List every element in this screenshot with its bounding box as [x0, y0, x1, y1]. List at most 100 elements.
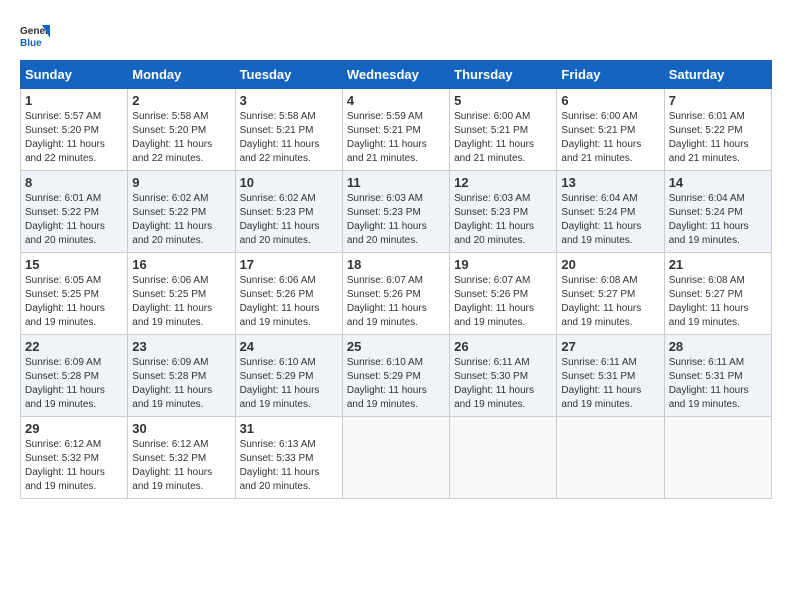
day-info: Sunrise: 6:10 AM Sunset: 5:29 PM Dayligh…	[240, 356, 338, 412]
calendar-cell	[450, 417, 557, 499]
day-info: Sunrise: 5:59 AM Sunset: 5:21 PM Dayligh…	[347, 110, 445, 166]
day-info: Sunrise: 6:06 AM Sunset: 5:25 PM Dayligh…	[132, 274, 230, 330]
day-info: Sunrise: 6:01 AM Sunset: 5:22 PM Dayligh…	[669, 110, 767, 166]
calendar-cell: 4 Sunrise: 5:59 AM Sunset: 5:21 PM Dayli…	[342, 89, 449, 171]
day-info: Sunrise: 6:10 AM Sunset: 5:29 PM Dayligh…	[347, 356, 445, 412]
calendar-cell: 3 Sunrise: 5:58 AM Sunset: 5:21 PM Dayli…	[235, 89, 342, 171]
calendar-header-saturday: Saturday	[664, 61, 771, 89]
calendar-week-row: 29 Sunrise: 6:12 AM Sunset: 5:32 PM Dayl…	[21, 417, 772, 499]
calendar-header-friday: Friday	[557, 61, 664, 89]
calendar-header-wednesday: Wednesday	[342, 61, 449, 89]
calendar-cell: 6 Sunrise: 6:00 AM Sunset: 5:21 PM Dayli…	[557, 89, 664, 171]
day-number: 1	[25, 93, 123, 108]
day-number: 3	[240, 93, 338, 108]
calendar-cell: 8 Sunrise: 6:01 AM Sunset: 5:22 PM Dayli…	[21, 171, 128, 253]
day-info: Sunrise: 6:03 AM Sunset: 5:23 PM Dayligh…	[454, 192, 552, 248]
day-info: Sunrise: 6:09 AM Sunset: 5:28 PM Dayligh…	[132, 356, 230, 412]
calendar-cell: 16 Sunrise: 6:06 AM Sunset: 5:25 PM Dayl…	[128, 253, 235, 335]
calendar-table: SundayMondayTuesdayWednesdayThursdayFrid…	[20, 60, 772, 499]
calendar-cell: 10 Sunrise: 6:02 AM Sunset: 5:23 PM Dayl…	[235, 171, 342, 253]
day-info: Sunrise: 6:06 AM Sunset: 5:26 PM Dayligh…	[240, 274, 338, 330]
calendar-cell: 29 Sunrise: 6:12 AM Sunset: 5:32 PM Dayl…	[21, 417, 128, 499]
day-info: Sunrise: 6:00 AM Sunset: 5:21 PM Dayligh…	[561, 110, 659, 166]
day-number: 25	[347, 339, 445, 354]
calendar-cell: 26 Sunrise: 6:11 AM Sunset: 5:30 PM Dayl…	[450, 335, 557, 417]
day-number: 5	[454, 93, 552, 108]
calendar-cell: 18 Sunrise: 6:07 AM Sunset: 5:26 PM Dayl…	[342, 253, 449, 335]
calendar-cell: 23 Sunrise: 6:09 AM Sunset: 5:28 PM Dayl…	[128, 335, 235, 417]
day-info: Sunrise: 6:05 AM Sunset: 5:25 PM Dayligh…	[25, 274, 123, 330]
day-number: 26	[454, 339, 552, 354]
day-number: 24	[240, 339, 338, 354]
calendar-cell: 1 Sunrise: 5:57 AM Sunset: 5:20 PM Dayli…	[21, 89, 128, 171]
day-info: Sunrise: 6:03 AM Sunset: 5:23 PM Dayligh…	[347, 192, 445, 248]
calendar-week-row: 15 Sunrise: 6:05 AM Sunset: 5:25 PM Dayl…	[21, 253, 772, 335]
day-number: 2	[132, 93, 230, 108]
day-number: 15	[25, 257, 123, 272]
calendar-cell	[664, 417, 771, 499]
day-number: 29	[25, 421, 123, 436]
calendar-week-row: 22 Sunrise: 6:09 AM Sunset: 5:28 PM Dayl…	[21, 335, 772, 417]
day-info: Sunrise: 6:09 AM Sunset: 5:28 PM Dayligh…	[25, 356, 123, 412]
day-info: Sunrise: 6:08 AM Sunset: 5:27 PM Dayligh…	[561, 274, 659, 330]
calendar-header-thursday: Thursday	[450, 61, 557, 89]
calendar-cell: 7 Sunrise: 6:01 AM Sunset: 5:22 PM Dayli…	[664, 89, 771, 171]
calendar-cell	[557, 417, 664, 499]
day-number: 21	[669, 257, 767, 272]
day-info: Sunrise: 6:04 AM Sunset: 5:24 PM Dayligh…	[561, 192, 659, 248]
day-number: 12	[454, 175, 552, 190]
calendar-week-row: 8 Sunrise: 6:01 AM Sunset: 5:22 PM Dayli…	[21, 171, 772, 253]
day-info: Sunrise: 6:12 AM Sunset: 5:32 PM Dayligh…	[25, 438, 123, 494]
calendar-cell: 31 Sunrise: 6:13 AM Sunset: 5:33 PM Dayl…	[235, 417, 342, 499]
logo: General Blue	[20, 20, 54, 50]
calendar-cell: 27 Sunrise: 6:11 AM Sunset: 5:31 PM Dayl…	[557, 335, 664, 417]
day-number: 16	[132, 257, 230, 272]
svg-text:Blue: Blue	[20, 38, 42, 49]
calendar-cell: 20 Sunrise: 6:08 AM Sunset: 5:27 PM Dayl…	[557, 253, 664, 335]
day-info: Sunrise: 6:07 AM Sunset: 5:26 PM Dayligh…	[347, 274, 445, 330]
day-info: Sunrise: 6:07 AM Sunset: 5:26 PM Dayligh…	[454, 274, 552, 330]
day-info: Sunrise: 6:13 AM Sunset: 5:33 PM Dayligh…	[240, 438, 338, 494]
calendar-week-row: 1 Sunrise: 5:57 AM Sunset: 5:20 PM Dayli…	[21, 89, 772, 171]
day-number: 6	[561, 93, 659, 108]
day-info: Sunrise: 6:00 AM Sunset: 5:21 PM Dayligh…	[454, 110, 552, 166]
day-number: 22	[25, 339, 123, 354]
calendar-header-monday: Monday	[128, 61, 235, 89]
calendar-cell: 21 Sunrise: 6:08 AM Sunset: 5:27 PM Dayl…	[664, 253, 771, 335]
day-number: 8	[25, 175, 123, 190]
day-info: Sunrise: 5:58 AM Sunset: 5:21 PM Dayligh…	[240, 110, 338, 166]
calendar-header-tuesday: Tuesday	[235, 61, 342, 89]
day-info: Sunrise: 6:04 AM Sunset: 5:24 PM Dayligh…	[669, 192, 767, 248]
day-info: Sunrise: 5:57 AM Sunset: 5:20 PM Dayligh…	[25, 110, 123, 166]
calendar-cell: 30 Sunrise: 6:12 AM Sunset: 5:32 PM Dayl…	[128, 417, 235, 499]
page-header: General Blue	[20, 20, 772, 50]
day-number: 20	[561, 257, 659, 272]
day-info: Sunrise: 6:11 AM Sunset: 5:30 PM Dayligh…	[454, 356, 552, 412]
day-info: Sunrise: 6:08 AM Sunset: 5:27 PM Dayligh…	[669, 274, 767, 330]
day-number: 10	[240, 175, 338, 190]
calendar-cell: 14 Sunrise: 6:04 AM Sunset: 5:24 PM Dayl…	[664, 171, 771, 253]
calendar-cell: 17 Sunrise: 6:06 AM Sunset: 5:26 PM Dayl…	[235, 253, 342, 335]
calendar-cell: 13 Sunrise: 6:04 AM Sunset: 5:24 PM Dayl…	[557, 171, 664, 253]
day-number: 7	[669, 93, 767, 108]
day-number: 27	[561, 339, 659, 354]
calendar-cell: 2 Sunrise: 5:58 AM Sunset: 5:20 PM Dayli…	[128, 89, 235, 171]
day-number: 9	[132, 175, 230, 190]
day-info: Sunrise: 6:12 AM Sunset: 5:32 PM Dayligh…	[132, 438, 230, 494]
day-number: 17	[240, 257, 338, 272]
day-info: Sunrise: 6:02 AM Sunset: 5:23 PM Dayligh…	[240, 192, 338, 248]
calendar-cell	[342, 417, 449, 499]
day-info: Sunrise: 6:02 AM Sunset: 5:22 PM Dayligh…	[132, 192, 230, 248]
day-number: 18	[347, 257, 445, 272]
calendar-cell: 19 Sunrise: 6:07 AM Sunset: 5:26 PM Dayl…	[450, 253, 557, 335]
day-number: 4	[347, 93, 445, 108]
calendar-cell: 28 Sunrise: 6:11 AM Sunset: 5:31 PM Dayl…	[664, 335, 771, 417]
day-number: 28	[669, 339, 767, 354]
calendar-cell: 12 Sunrise: 6:03 AM Sunset: 5:23 PM Dayl…	[450, 171, 557, 253]
day-number: 31	[240, 421, 338, 436]
day-info: Sunrise: 5:58 AM Sunset: 5:20 PM Dayligh…	[132, 110, 230, 166]
calendar-cell: 15 Sunrise: 6:05 AM Sunset: 5:25 PM Dayl…	[21, 253, 128, 335]
calendar-cell: 9 Sunrise: 6:02 AM Sunset: 5:22 PM Dayli…	[128, 171, 235, 253]
day-number: 23	[132, 339, 230, 354]
calendar-header-row: SundayMondayTuesdayWednesdayThursdayFrid…	[21, 61, 772, 89]
